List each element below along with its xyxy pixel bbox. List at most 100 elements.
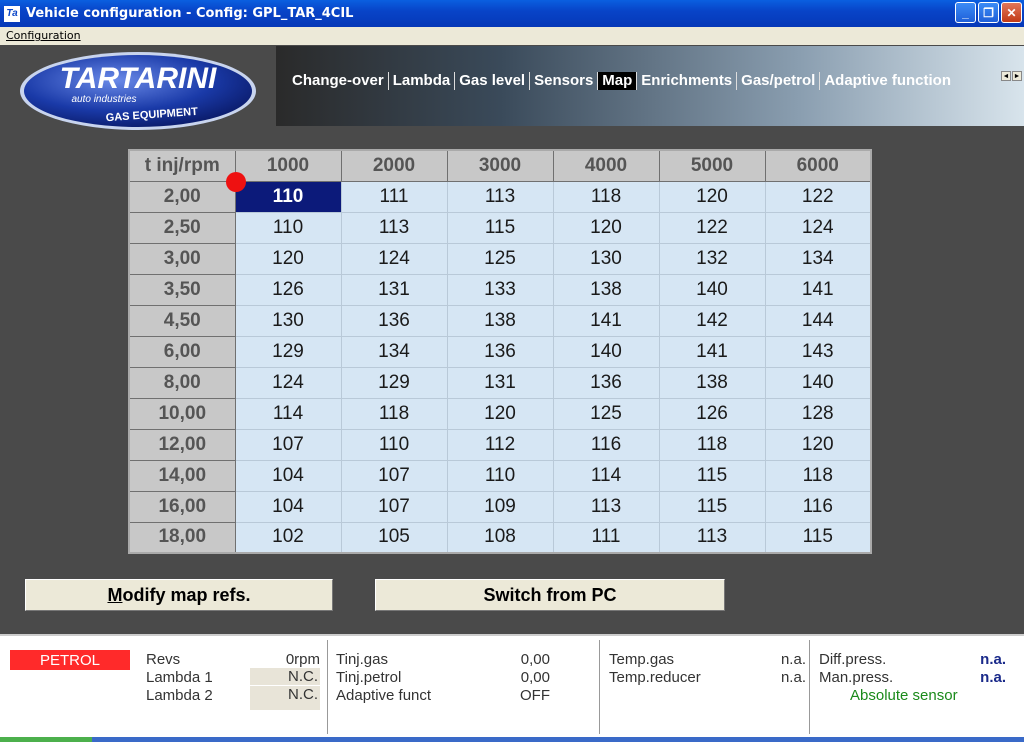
tab-enrichments[interactable]: Enrichments xyxy=(637,72,738,90)
rpm-header[interactable]: 5000 xyxy=(658,149,766,182)
map-cell[interactable]: 118 xyxy=(658,428,766,461)
map-cell[interactable]: 122 xyxy=(764,180,872,213)
map-cell[interactable]: 120 xyxy=(446,397,554,430)
map-cell[interactable]: 131 xyxy=(340,273,448,306)
map-cell[interactable]: 118 xyxy=(552,180,660,213)
rpm-header[interactable]: 3000 xyxy=(446,149,554,182)
map-cell[interactable]: 120 xyxy=(234,242,342,275)
map-cell[interactable]: 133 xyxy=(446,273,554,306)
map-cell[interactable]: 129 xyxy=(340,366,448,399)
map-cell[interactable]: 138 xyxy=(552,273,660,306)
map-cell[interactable]: 124 xyxy=(764,211,872,244)
map-cell[interactable]: 131 xyxy=(446,366,554,399)
map-cell[interactable]: 111 xyxy=(340,180,448,213)
map-cell[interactable]: 141 xyxy=(552,304,660,337)
tinj-header[interactable]: 16,00 xyxy=(128,490,236,523)
map-cell[interactable]: 128 xyxy=(764,397,872,430)
tinj-header[interactable]: 3,00 xyxy=(128,242,236,275)
map-cell[interactable]: 120 xyxy=(552,211,660,244)
map-cell[interactable]: 113 xyxy=(552,490,660,523)
map-cell[interactable]: 124 xyxy=(234,366,342,399)
tinj-header[interactable]: 3,50 xyxy=(128,273,236,306)
tinj-header[interactable]: 12,00 xyxy=(128,428,236,461)
map-cell[interactable]: 107 xyxy=(234,428,342,461)
map-cell[interactable]: 130 xyxy=(234,304,342,337)
tab-sensors[interactable]: Sensors xyxy=(530,72,599,90)
map-cell[interactable]: 144 xyxy=(764,304,872,337)
map-cell[interactable]: 136 xyxy=(552,366,660,399)
map-cell[interactable]: 114 xyxy=(552,459,660,492)
map-cell[interactable]: 110 xyxy=(234,211,342,244)
map-cell[interactable]: 111 xyxy=(552,521,660,554)
tinj-header[interactable]: 2,50 xyxy=(128,211,236,244)
switch-from-pc-button[interactable]: Switch from PC xyxy=(375,579,725,611)
map-cell[interactable]: 104 xyxy=(234,459,342,492)
map-cell[interactable]: 113 xyxy=(446,180,554,213)
map-cell[interactable]: 112 xyxy=(446,428,554,461)
map-cell[interactable]: 113 xyxy=(658,521,766,554)
map-cell[interactable]: 113 xyxy=(340,211,448,244)
tinj-header[interactable]: 14,00 xyxy=(128,459,236,492)
tinj-header[interactable]: 10,00 xyxy=(128,397,236,430)
map-cell[interactable]: 142 xyxy=(658,304,766,337)
map-cell[interactable]: 105 xyxy=(340,521,448,554)
tab-map[interactable]: Map xyxy=(598,72,638,90)
map-cell[interactable]: 140 xyxy=(658,273,766,306)
map-cell[interactable]: 140 xyxy=(764,366,872,399)
tinj-header[interactable]: 18,00 xyxy=(128,521,236,554)
map-cell[interactable]: 115 xyxy=(446,211,554,244)
map-cell[interactable]: 136 xyxy=(340,304,448,337)
map-cell[interactable]: 126 xyxy=(234,273,342,306)
map-cell[interactable]: 116 xyxy=(552,428,660,461)
map-cell[interactable]: 110 xyxy=(340,428,448,461)
tinj-header[interactable]: 8,00 xyxy=(128,366,236,399)
rpm-header[interactable]: 1000 xyxy=(234,149,342,182)
map-cell[interactable]: 143 xyxy=(764,335,872,368)
rpm-header[interactable]: 2000 xyxy=(340,149,448,182)
map-cell[interactable]: 134 xyxy=(340,335,448,368)
map-cell[interactable]: 115 xyxy=(764,521,872,554)
tab-gas-level[interactable]: Gas level xyxy=(455,72,531,90)
map-cell[interactable]: 107 xyxy=(340,490,448,523)
close-button[interactable]: ✕ xyxy=(1001,2,1022,23)
map-cell[interactable]: 110 xyxy=(234,180,342,213)
tab-change-over[interactable]: Change-over xyxy=(288,72,389,90)
maximize-button[interactable]: ❐ xyxy=(978,2,999,23)
map-cell[interactable]: 107 xyxy=(340,459,448,492)
map-cell[interactable]: 115 xyxy=(658,490,766,523)
map-cell[interactable]: 126 xyxy=(658,397,766,430)
map-cell[interactable]: 122 xyxy=(658,211,766,244)
map-cell[interactable]: 108 xyxy=(446,521,554,554)
map-cell[interactable]: 118 xyxy=(764,459,872,492)
map-cell[interactable]: 116 xyxy=(764,490,872,523)
map-cell[interactable]: 120 xyxy=(764,428,872,461)
map-cell[interactable]: 140 xyxy=(552,335,660,368)
map-cell[interactable]: 129 xyxy=(234,335,342,368)
menu-item-configuration[interactable]: Configuration xyxy=(6,29,81,42)
map-cell[interactable]: 114 xyxy=(234,397,342,430)
rpm-header[interactable]: 4000 xyxy=(552,149,660,182)
map-cell[interactable]: 124 xyxy=(340,242,448,275)
map-cell[interactable]: 109 xyxy=(446,490,554,523)
tab-adaptive-function[interactable]: Adaptive function xyxy=(820,72,955,90)
tinj-header[interactable]: 6,00 xyxy=(128,335,236,368)
tinj-header[interactable]: 2,00 xyxy=(128,180,236,213)
map-cell[interactable]: 138 xyxy=(446,304,554,337)
map-cell[interactable]: 102 xyxy=(234,521,342,554)
map-cell[interactable]: 120 xyxy=(658,180,766,213)
map-cell[interactable]: 141 xyxy=(658,335,766,368)
rpm-header[interactable]: 6000 xyxy=(764,149,872,182)
tinj-header[interactable]: 4,50 xyxy=(128,304,236,337)
tab-lambda[interactable]: Lambda xyxy=(389,72,456,90)
map-cell[interactable]: 104 xyxy=(234,490,342,523)
modify-map-refs-button[interactable]: Modify map refs. xyxy=(25,579,333,611)
tab-gas-petrol[interactable]: Gas/petrol xyxy=(737,72,821,90)
map-cell[interactable]: 118 xyxy=(340,397,448,430)
map-cell[interactable]: 138 xyxy=(658,366,766,399)
minimize-button[interactable]: _ xyxy=(955,2,976,23)
map-cell[interactable]: 130 xyxy=(552,242,660,275)
map-cell[interactable]: 134 xyxy=(764,242,872,275)
map-cell[interactable]: 115 xyxy=(658,459,766,492)
map-cell[interactable]: 125 xyxy=(552,397,660,430)
map-cell[interactable]: 132 xyxy=(658,242,766,275)
